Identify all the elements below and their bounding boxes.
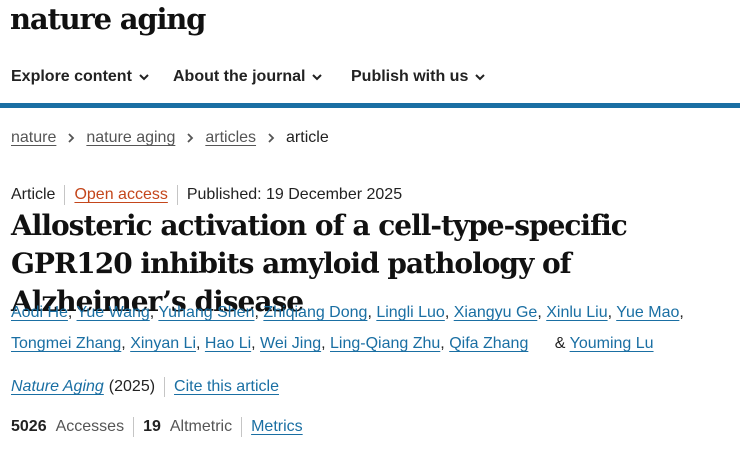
cite-this-article-link[interactable]: Cite this article <box>174 378 279 396</box>
nav-about-the-journal[interactable]: About the journal <box>173 68 323 86</box>
author-link[interactable]: Yuhang Shen <box>158 304 254 321</box>
breadcrumb-current: article <box>286 129 329 146</box>
nav-explore-content[interactable]: Explore content <box>11 68 150 86</box>
header-divider-bar <box>0 103 740 108</box>
author-link[interactable]: Tongmei Zhang <box>11 335 121 352</box>
chevron-down-icon <box>312 74 323 81</box>
author-link[interactable]: Yue Mao <box>616 304 679 321</box>
metrics-divider <box>133 417 135 437</box>
author-link-last[interactable]: Youming Lu <box>570 335 654 352</box>
nature-aging-logo[interactable]: nature aging <box>10 2 206 36</box>
altmetric-count: 19 <box>143 418 161 435</box>
nav-item-label: Publish with us <box>351 68 469 85</box>
metrics-divider <box>241 417 243 437</box>
author-link[interactable]: Wei Jing <box>260 335 321 352</box>
chevron-right-icon <box>187 133 194 143</box>
author-link[interactable]: Qifa Zhang <box>449 335 528 352</box>
author-link[interactable]: Hao Li <box>205 335 251 352</box>
breadcrumb-nature-aging[interactable]: nature aging <box>86 129 175 147</box>
author-link[interactable]: Xinyan Li <box>130 335 196 352</box>
open-access-link[interactable]: Open access <box>74 186 167 204</box>
chevron-right-icon <box>68 133 75 143</box>
metrics-line: 5026 Accesses 19 Altmetric Metrics <box>11 417 303 437</box>
author-link[interactable]: Lingli Luo <box>376 304 445 321</box>
journal-link[interactable]: Nature Aging <box>11 378 104 396</box>
nav-item-label: Explore content <box>11 68 132 85</box>
chevron-down-icon <box>139 74 149 81</box>
citation-line: Nature Aging (2025) Cite this article <box>11 377 279 397</box>
author-ampersand: & <box>554 335 566 352</box>
meta-divider <box>176 185 178 205</box>
meta-divider <box>64 185 66 205</box>
article-meta: Article Open access Published: 19 Decemb… <box>11 185 402 205</box>
author-link[interactable]: Yue Wang <box>77 304 150 321</box>
nav-item-label: About the journal <box>173 68 306 85</box>
nav-publish-with-us[interactable]: Publish with us <box>351 68 486 86</box>
accesses-count: 5026 <box>11 418 47 435</box>
breadcrumb-nature[interactable]: nature <box>11 129 56 147</box>
article-type: Article <box>11 186 56 203</box>
author-link[interactable]: Xinlu Liu <box>546 304 607 321</box>
breadcrumb-articles[interactable]: articles <box>205 129 256 147</box>
altmetric-label: Altmetric <box>169 418 233 435</box>
chevron-down-icon <box>475 74 486 81</box>
site-header: nature aging Explore content About the j… <box>0 0 740 108</box>
author-link[interactable]: Xiangyu Ge <box>454 304 538 321</box>
metrics-link[interactable]: Metrics <box>251 418 303 436</box>
chevron-right-icon <box>268 133 275 143</box>
author-list: Aodi He, Yue Wang, Yuhang Shen, Zhiqiang… <box>11 304 684 352</box>
author-link[interactable]: Zhiqiang Dong <box>263 304 367 321</box>
accesses-label: Accesses <box>55 418 125 435</box>
breadcrumb: nature nature aging articles article <box>11 129 329 147</box>
author-link[interactable]: Aodi He <box>11 304 68 321</box>
citation-divider <box>164 377 166 397</box>
publication-year: (2025) <box>108 378 156 395</box>
published-date: Published: 19 December 2025 <box>186 186 403 203</box>
author-link[interactable]: Ling-Qiang Zhu <box>330 335 440 352</box>
